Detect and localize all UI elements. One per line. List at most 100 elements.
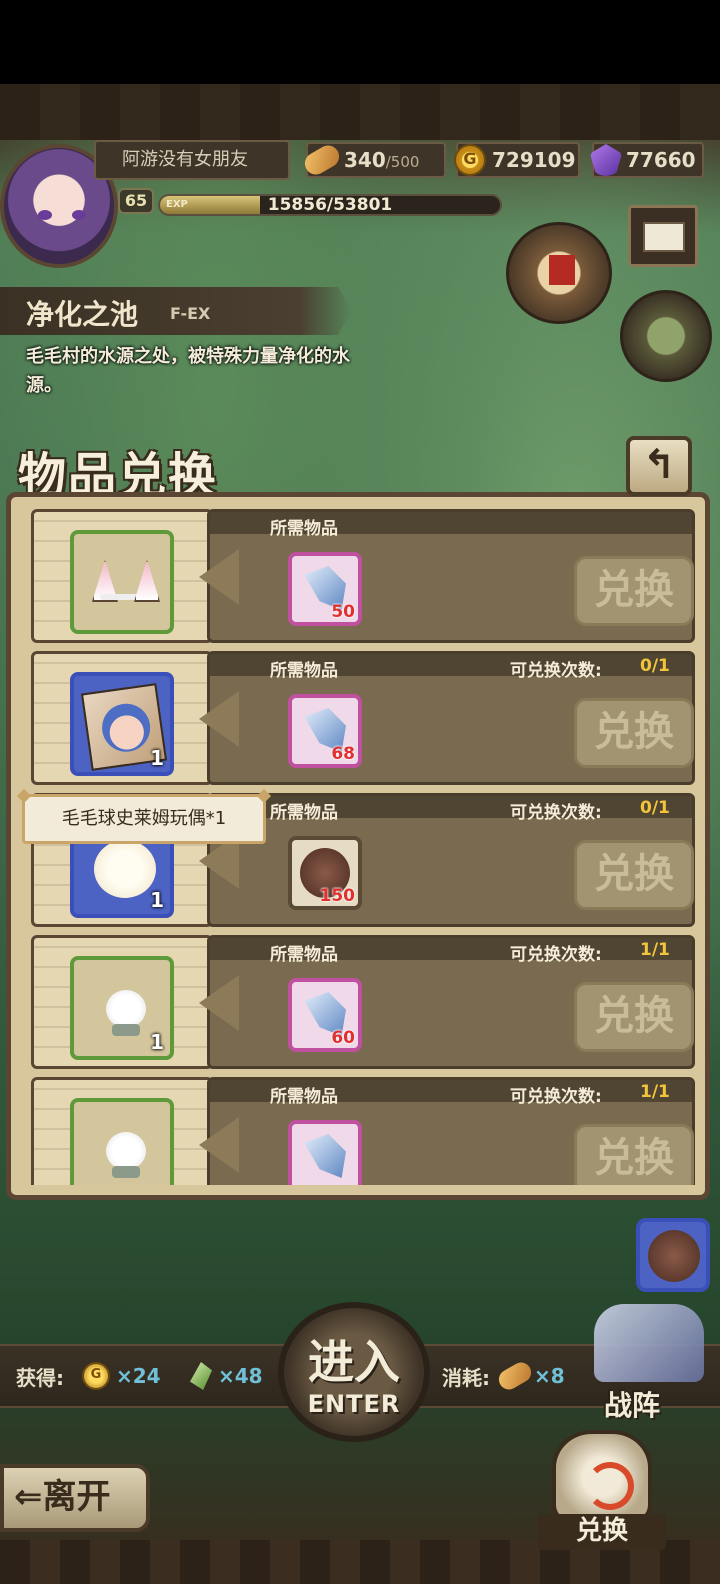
exchange-row: 1 所需物品 可兑换次数: 1/1 60 兑换 — [31, 935, 695, 1069]
exchange-count-label: 可兑换次数: — [510, 803, 602, 823]
status-bar-area — [0, 0, 720, 84]
formation-label: 战阵 — [604, 1389, 661, 1422]
exchange-list[interactable]: 所需物品 50 兑换 1 所需物品 可兑换次数: 0/1 68 兑换 1 所需物品 可兑换次数: 0/1… — [21, 509, 697, 1185]
fluff-figure-icon — [106, 1132, 146, 1178]
small-fluff-figure-icon — [106, 990, 146, 1036]
exchange-count-value: 1/1 — [640, 1082, 670, 1102]
cat-ear-headband-icon — [92, 560, 160, 608]
required-item-slot[interactable]: 68 — [288, 694, 362, 768]
enter-button[interactable]: 进入 ENTER — [278, 1302, 430, 1442]
reward-item-slot[interactable] — [70, 1098, 174, 1185]
required-quantity: 50 — [331, 602, 355, 622]
back-button[interactable]: ↰ — [626, 436, 692, 496]
game-screen: 阿游没有女朋友 65 EXP 15856/53801 340/500 G 729… — [0, 0, 720, 1584]
reward-card: 1 — [31, 935, 213, 1069]
stamina-counter[interactable]: 340/500 — [300, 141, 446, 179]
requirement-section: 所需物品 可兑换次数: 1/1 60 兑换 — [207, 935, 695, 1069]
exchange-count-label: 可兑换次数: — [510, 661, 602, 681]
required-items-label: 所需物品 — [270, 803, 338, 823]
fur-ball-item-slot[interactable] — [636, 1218, 710, 1292]
exchange-shop-button[interactable]: 兑换 — [538, 1430, 666, 1554]
formation-characters-icon — [594, 1304, 704, 1382]
exchange-row: 1 所需物品 可兑换次数: 0/1 68 兑换 — [31, 651, 695, 785]
exchange-count-value: 1/1 — [640, 940, 670, 960]
enter-label-en: ENTER — [307, 1390, 401, 1418]
backpack-icon[interactable] — [620, 290, 712, 382]
exchange-button[interactable]: 兑换 — [574, 698, 694, 768]
exchange-button[interactable]: 兑换 — [574, 556, 694, 626]
required-quantity: 150 — [319, 886, 356, 906]
reward-item-slot[interactable]: 1 — [70, 672, 174, 776]
gain-feather-amount: ×48 — [218, 1364, 263, 1388]
cost-stamina-amount: ×8 — [534, 1364, 565, 1388]
purple-gem-icon — [590, 144, 622, 176]
avatar-eye-left — [38, 210, 52, 220]
exchange-count-label: 可兑换次数: — [510, 1087, 602, 1107]
requirement-section: 所需物品 50 兑换 — [207, 509, 695, 643]
required-item-slot[interactable]: 60 — [288, 978, 362, 1052]
map-mark — [549, 255, 575, 285]
exchange-count-label: 可兑换次数: — [510, 945, 602, 965]
enter-label-cn: 进入 — [308, 1335, 400, 1389]
player-name: 阿游没有女朋友 — [94, 140, 290, 180]
exchange-button[interactable]: 兑换 — [574, 840, 694, 910]
avatar-eye-right — [72, 210, 86, 220]
stamina-current: 340 — [344, 148, 386, 172]
formation-button[interactable]: 战阵 — [588, 1300, 712, 1422]
cost-label: 消耗: — [442, 1366, 490, 1390]
stamina-max: /500 — [385, 153, 420, 171]
exchange-panel: 所需物品 50 兑换 1 所需物品 可兑换次数: 0/1 68 兑换 1 所需物品 可兑换次数: 0/1… — [6, 492, 710, 1200]
gold-amount: 729109 — [492, 148, 576, 172]
reward-item-slot[interactable] — [70, 530, 174, 634]
reward-quantity: 1 — [150, 888, 164, 912]
exchange-count-value: 0/1 — [640, 798, 670, 818]
gain-gold-amount: ×24 — [116, 1364, 161, 1388]
reward-card: 1 — [31, 651, 213, 785]
required-item-slot[interactable]: 150 — [288, 836, 362, 910]
exp-value: 15856/53801 — [267, 195, 393, 215]
requirement-section: 所需物品 可兑换次数: 0/1 68 兑换 — [207, 651, 695, 785]
reward-quantity: 1 — [150, 746, 164, 770]
exchange-button[interactable]: 兑换 — [574, 1124, 694, 1185]
reward-quantity: 1 — [150, 1030, 164, 1054]
stage-name: 净化之池 — [26, 298, 139, 331]
exchange-row: 所需物品 50 兑换 — [31, 509, 695, 643]
stage-description: 毛毛村的水源之处，被特殊力量净化的水源。 — [26, 346, 350, 396]
map-scroll-icon[interactable] — [506, 222, 612, 324]
mail-button[interactable] — [628, 205, 698, 267]
required-quantity: 60 — [331, 1028, 355, 1048]
reward-item-slot[interactable]: 1 — [70, 956, 174, 1060]
gold-coin-icon: G — [454, 144, 486, 176]
exp-bar: EXP 15856/53801 — [158, 194, 502, 216]
gem-counter[interactable]: 77660 — [590, 142, 704, 178]
envelope-icon — [643, 222, 685, 252]
reward-card — [31, 509, 213, 643]
bread-icon — [300, 141, 344, 179]
required-item-slot[interactable] — [288, 1120, 362, 1185]
required-items-label: 所需物品 — [270, 1087, 338, 1107]
reward-card — [31, 1077, 213, 1185]
leave-button[interactable]: ⇐离开 — [0, 1464, 150, 1532]
exchange-bag-icon — [552, 1430, 652, 1524]
item-tooltip: 毛毛球史莱姆玩偶*1 — [22, 794, 266, 844]
exchange-button[interactable]: 兑换 — [574, 982, 694, 1052]
fluffy-slime-plush-icon — [94, 840, 156, 898]
gold-counter[interactable]: G 729109 — [454, 142, 580, 178]
gold-coin-icon: G — [82, 1362, 110, 1390]
required-items-label: 所需物品 — [270, 661, 338, 681]
exchange-row: 所需物品 可兑换次数: 1/1 兑换 — [31, 1077, 695, 1185]
requirement-section: 所需物品 可兑换次数: 1/1 兑换 — [207, 1077, 695, 1185]
player-level-badge: 65 — [118, 188, 154, 214]
exchange-shop-label: 兑换 — [538, 1514, 666, 1550]
fur-ball-icon — [648, 1230, 700, 1282]
top-wood-border — [0, 84, 720, 140]
required-items-label: 所需物品 — [270, 945, 338, 965]
required-items-label: 所需物品 — [270, 519, 338, 539]
exchange-count-value: 0/1 — [640, 656, 670, 676]
gem-amount: 77660 — [626, 148, 696, 172]
pink-fluff-icon — [304, 1134, 346, 1178]
required-item-slot[interactable]: 50 — [288, 552, 362, 626]
required-quantity: 68 — [331, 744, 355, 764]
requirement-section: 所需物品 可兑换次数: 0/1 150 兑换 — [207, 793, 695, 927]
stage-difficulty: F-EX — [170, 304, 211, 323]
